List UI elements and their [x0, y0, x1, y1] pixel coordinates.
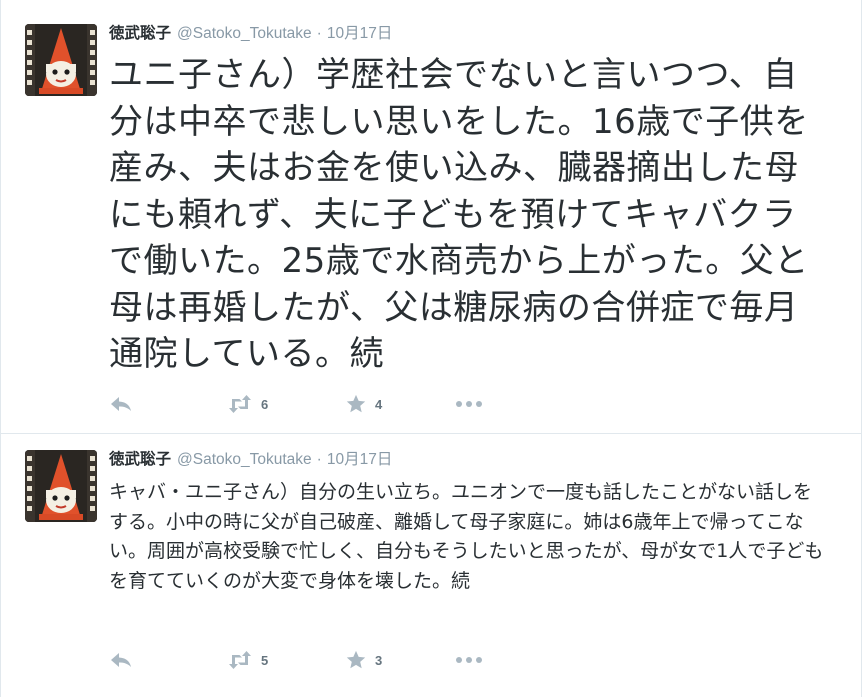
more-button[interactable]	[455, 400, 483, 408]
favorite-count: 4	[375, 396, 383, 412]
retweet-icon	[229, 395, 251, 413]
retweet-button[interactable]: 6	[227, 394, 345, 414]
retweet-count: 5	[261, 652, 269, 668]
reply-button[interactable]	[109, 650, 227, 670]
author-username[interactable]: @Satoko_Tokutake	[177, 23, 312, 45]
favorite-count: 3	[375, 652, 383, 668]
tweet-text: キャバ・ユニ子さん）自分の生い立ち。ユニオンで一度も話したことがない話しをする。…	[109, 481, 824, 592]
star-icon	[346, 650, 366, 669]
reply-icon	[111, 653, 131, 667]
tweet-timestamp[interactable]: 10月17日	[327, 23, 392, 45]
more-icon	[456, 401, 482, 407]
separator-dot: ·	[316, 451, 322, 468]
tweet-header: 徳武聡子 @Satoko_Tokutake · 10月17日	[109, 22, 841, 44]
more-icon	[456, 657, 482, 663]
author-fullname[interactable]: 徳武聡子	[109, 448, 171, 470]
favorite-button[interactable]: 3	[345, 649, 455, 671]
star-icon	[346, 394, 366, 413]
more-button[interactable]	[455, 656, 483, 664]
avatar[interactable]	[25, 450, 97, 522]
timeline: 徳武聡子 @Satoko_Tokutake · 10月17日 ユニ子さん）学歴社…	[0, 0, 862, 697]
avatar[interactable]	[25, 24, 97, 96]
reply-button[interactable]	[109, 394, 227, 414]
retweet-button[interactable]: 5	[227, 650, 345, 670]
tweet-header: 徳武聡子 @Satoko_Tokutake · 10月17日	[109, 448, 841, 470]
avatar-image	[25, 450, 97, 522]
reply-icon	[111, 397, 131, 411]
avatar-image	[25, 24, 97, 96]
tweet-actions: 5 3	[109, 648, 483, 672]
retweet-icon	[229, 651, 251, 669]
separator-dot: ·	[316, 25, 322, 42]
favorite-button[interactable]: 4	[345, 393, 455, 415]
author-username[interactable]: @Satoko_Tokutake	[177, 449, 312, 471]
tweet-actions: 6 4	[109, 392, 483, 416]
author-fullname[interactable]: 徳武聡子	[109, 22, 171, 44]
retweet-count: 6	[261, 396, 269, 412]
tweet-1[interactable]: 徳武聡子 @Satoko_Tokutake · 10月17日 ユニ子さん）学歴社…	[1, 0, 861, 434]
tweet-timestamp[interactable]: 10月17日	[327, 449, 392, 471]
tweet-text: ユニ子さん）学歴社会でないと言いつつ、自分は中卒で悲しい思いをした。16歳で子供…	[109, 55, 809, 374]
